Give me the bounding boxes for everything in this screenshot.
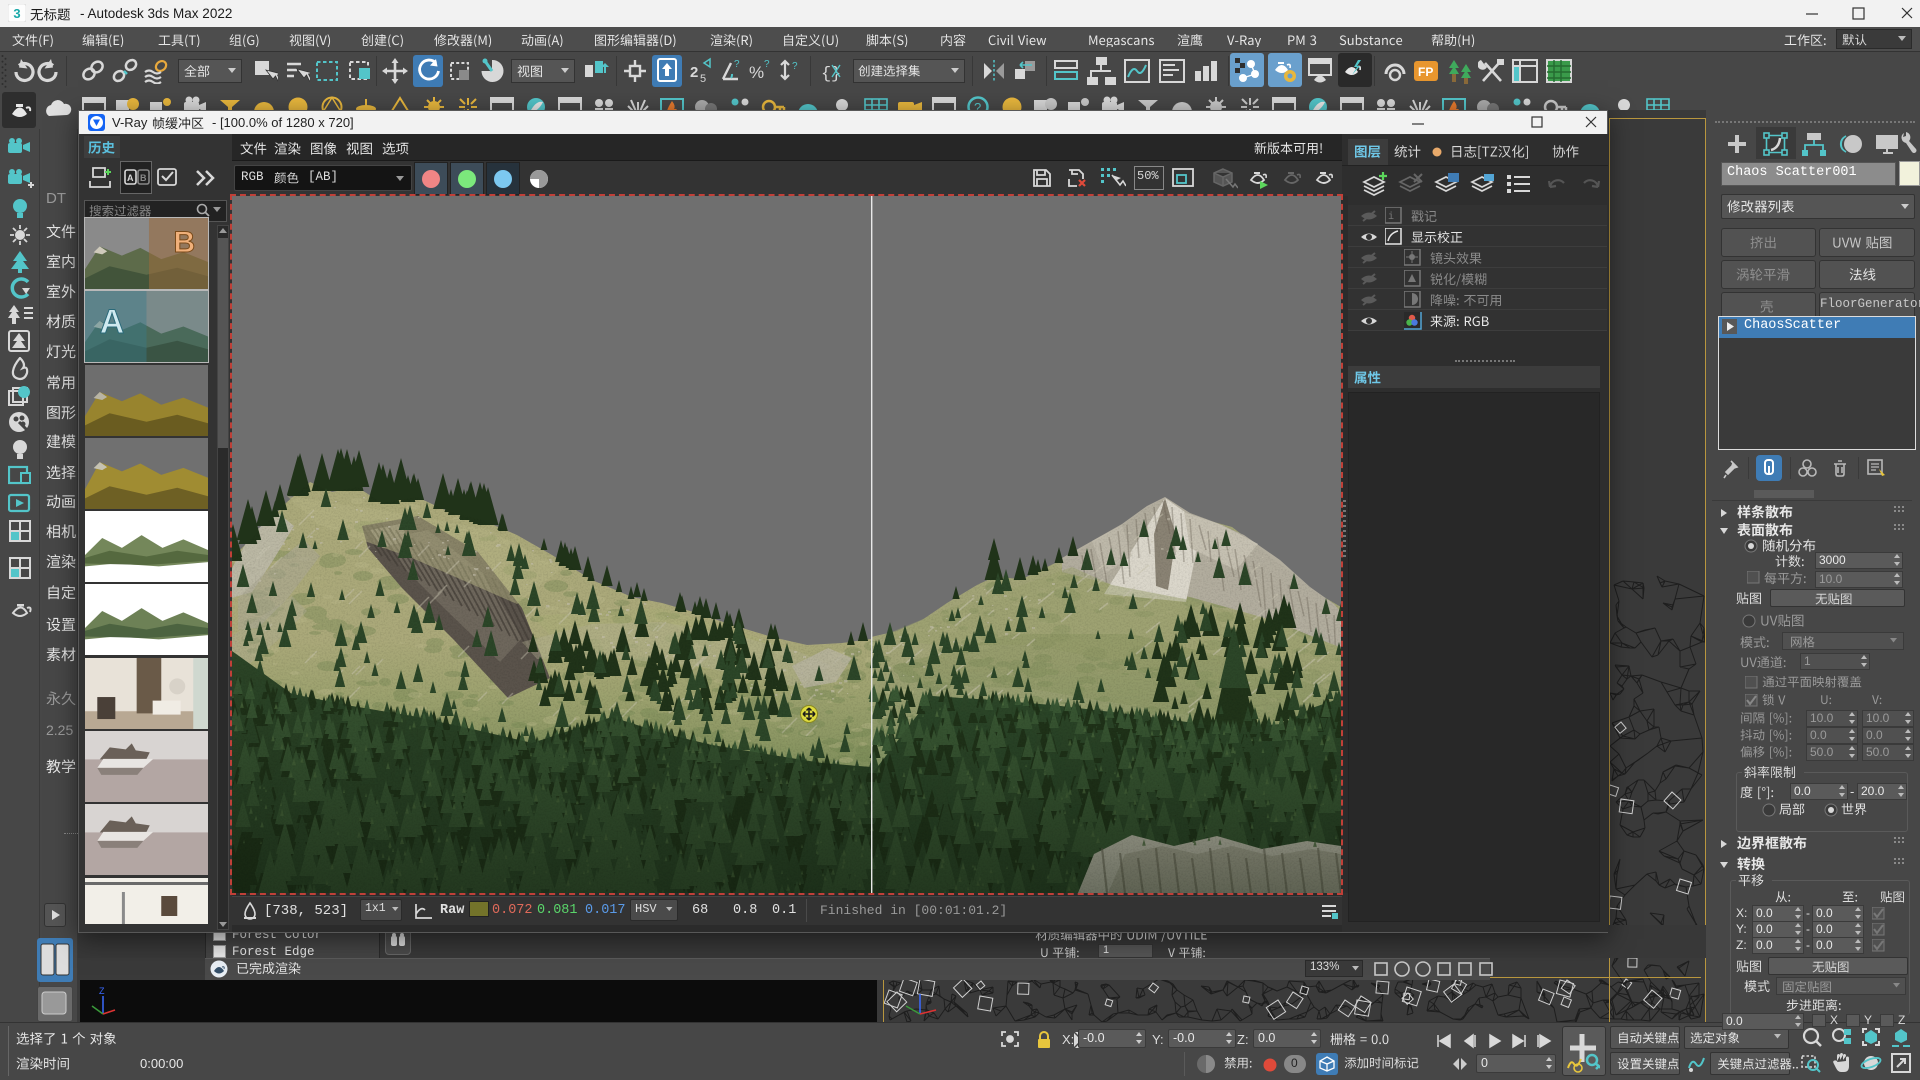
svg-text:Z: Z <box>99 986 105 996</box>
svg-text:FP: FP <box>1418 65 1433 79</box>
svg-text:%: % <box>749 63 764 82</box>
svg-text:?: ? <box>734 59 740 70</box>
svg-text:B: B <box>174 226 196 259</box>
svg-text:B: B <box>140 173 147 183</box>
svg-text:3: 3 <box>13 6 20 21</box>
svg-text:{: { <box>821 65 831 84</box>
svg-text:A: A <box>127 173 134 183</box>
svg-text:?: ? <box>792 61 798 72</box>
svg-text:5: 5 <box>700 73 706 85</box>
svg-text:?: ? <box>764 59 770 70</box>
svg-text:}: } <box>831 65 841 84</box>
svg-text:i: i <box>1388 211 1394 223</box>
svg-text:A: A <box>100 303 125 341</box>
svg-text:2: 2 <box>690 64 698 81</box>
